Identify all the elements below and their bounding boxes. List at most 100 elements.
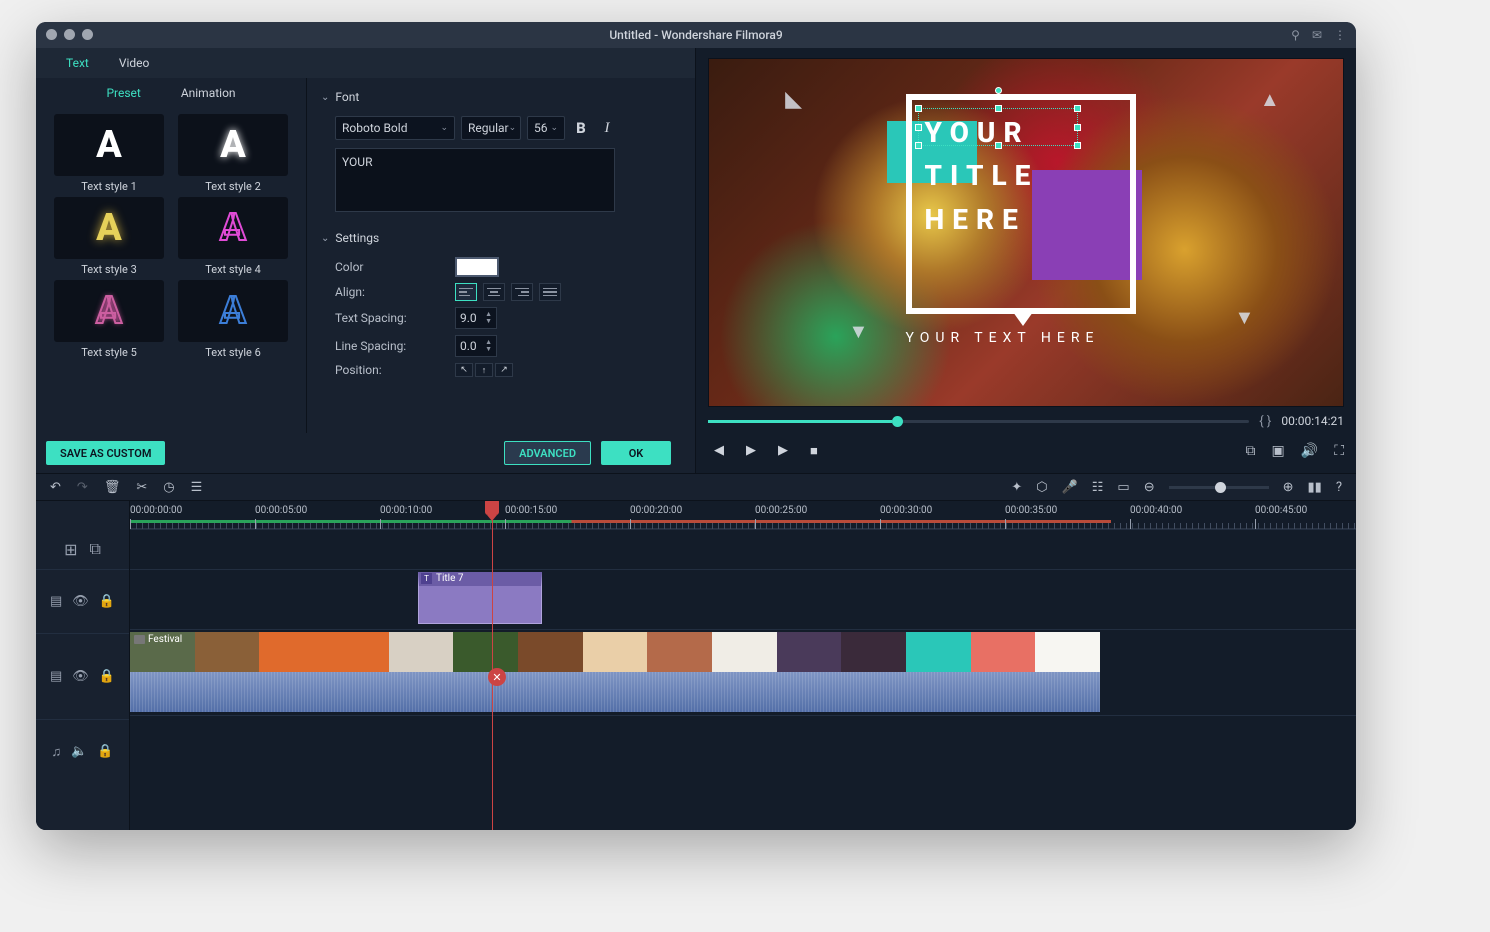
clip-thumbnails xyxy=(130,632,1100,672)
transition-marker[interactable]: ✕ xyxy=(488,668,506,686)
video-track[interactable]: Festival ✕ xyxy=(130,629,1356,715)
text-style-5[interactable]: AText style 5 xyxy=(52,280,166,359)
snapshot-icon[interactable]: ▣ xyxy=(1272,443,1285,459)
next-frame-button[interactable]: ▶ xyxy=(778,443,788,459)
titlebar-icons: ⚲ ✉ ⋮ xyxy=(1291,28,1346,42)
ruler-label: 00:00:25:00 xyxy=(755,505,807,516)
text-spacing-stepper[interactable]: 9.0▲▼ xyxy=(455,307,497,329)
action-cam-icon[interactable]: ⬡ xyxy=(1036,480,1047,495)
clip-video[interactable]: Festival ✕ xyxy=(130,632,1100,714)
notifications-icon[interactable]: ✉ xyxy=(1312,28,1322,42)
section-settings[interactable]: ⌄Settings xyxy=(321,225,681,251)
overlay-subtitle: YOUR TEXT HERE xyxy=(906,330,1100,346)
close-window-icon[interactable] xyxy=(46,29,57,40)
align-label: Align: xyxy=(335,285,445,299)
zoom-slider[interactable] xyxy=(1169,486,1269,489)
advanced-button[interactable]: ADVANCED xyxy=(504,441,591,465)
decor-icon: ◣ xyxy=(785,87,802,112)
title-track[interactable]: TTitle 7 xyxy=(130,569,1356,629)
color-swatch[interactable] xyxy=(455,257,499,277)
selection-box[interactable] xyxy=(918,108,1078,146)
subtab-preset[interactable]: Preset xyxy=(106,86,140,100)
mute-icon[interactable]: 🔈 xyxy=(71,744,87,759)
font-family-select[interactable]: Roboto Bold⌄ xyxy=(335,116,455,140)
ok-button[interactable]: OK xyxy=(601,441,671,465)
playhead-line[interactable] xyxy=(492,501,493,830)
text-content-input[interactable] xyxy=(335,148,615,212)
section-font[interactable]: ⌄Font xyxy=(321,84,681,110)
manage-tracks-icon[interactable]: ▮▮ xyxy=(1308,480,1322,495)
playhead-icon[interactable] xyxy=(485,501,499,515)
render-icon[interactable]: ✦ xyxy=(1011,480,1022,495)
zoom-in-icon[interactable]: ⊕ xyxy=(1283,480,1294,495)
lock-icon[interactable]: 🔒 xyxy=(99,669,115,684)
pos-tr[interactable]: ↗ xyxy=(495,363,513,377)
delete-icon[interactable]: 🗑 xyxy=(104,480,121,495)
preview-canvas[interactable]: YOUR TITLE HERE YOUR TEXT HERE ◣ ▲ ▼ ▼ xyxy=(708,58,1344,407)
line-spacing-stepper[interactable]: 0.0▲▼ xyxy=(455,335,497,357)
text-style-3[interactable]: AText style 3 xyxy=(52,197,166,276)
account-icon[interactable]: ⚲ xyxy=(1291,28,1300,42)
visibility-icon[interactable]: 👁 xyxy=(72,594,89,609)
mixer-icon[interactable]: ☷ xyxy=(1092,480,1104,495)
scrub-handle[interactable] xyxy=(892,416,903,427)
text-style-2[interactable]: AText style 2 xyxy=(176,114,290,193)
font-weight-select[interactable]: Regular⌄ xyxy=(461,116,521,140)
settings-icon[interactable]: ☰ xyxy=(191,480,203,495)
align-justify-button[interactable] xyxy=(539,283,561,301)
zoom-out-icon[interactable]: ⊖ xyxy=(1144,480,1155,495)
save-as-custom-button[interactable]: SAVE AS CUSTOM xyxy=(46,441,165,465)
split-icon[interactable]: ✂ xyxy=(136,480,147,495)
subtab-animation[interactable]: Animation xyxy=(181,86,236,100)
align-left-button[interactable] xyxy=(455,283,477,301)
maximize-window-icon[interactable] xyxy=(82,29,93,40)
fullscreen-icon[interactable]: ⛶ xyxy=(1334,443,1344,459)
ruler-label: 00:00:05:00 xyxy=(255,505,307,516)
tracks-area[interactable]: 00:00:00:0000:00:05:0000:00:10:0000:00:1… xyxy=(130,501,1356,830)
music-icon[interactable]: ♫ xyxy=(51,744,61,760)
volume-icon[interactable]: 🔊 xyxy=(1301,443,1318,459)
link-icon[interactable]: ⧉ xyxy=(89,539,100,559)
lock-icon[interactable]: 🔒 xyxy=(97,744,113,759)
minimize-window-icon[interactable] xyxy=(64,29,75,40)
menu-icon[interactable]: ⋮ xyxy=(1334,28,1346,42)
add-media-icon[interactable]: ⊞ xyxy=(64,540,77,559)
marker-icon[interactable]: ▭ xyxy=(1117,480,1129,495)
pos-tl[interactable]: ↖ xyxy=(455,363,473,377)
zoom-handle[interactable] xyxy=(1215,482,1226,493)
ruler-label: 00:00:00:00 xyxy=(130,505,182,516)
undo-icon[interactable]: ↶ xyxy=(50,480,61,495)
filmstrip-icon[interactable]: ▤ xyxy=(50,594,62,609)
italic-toggle[interactable]: I xyxy=(597,120,617,137)
scrub-track[interactable] xyxy=(708,420,1249,423)
tab-video[interactable]: Video xyxy=(119,56,150,70)
play-button[interactable]: ▶ xyxy=(746,443,756,459)
decor-icon: ▼ xyxy=(848,319,868,344)
bold-toggle[interactable]: B xyxy=(571,119,591,137)
upper-panels: Text Video Preset Animation AText style … xyxy=(36,48,1356,473)
align-center-button[interactable] xyxy=(483,283,505,301)
filmstrip-icon[interactable]: ▤ xyxy=(50,669,62,684)
voiceover-icon[interactable]: 🎤 xyxy=(1062,480,1078,495)
time-ruler[interactable]: 00:00:00:0000:00:05:0000:00:10:0000:00:1… xyxy=(130,501,1356,529)
audio-track[interactable] xyxy=(130,715,1356,779)
pos-tc[interactable]: ↑ xyxy=(475,363,493,377)
window-controls xyxy=(46,29,93,40)
loop-icon[interactable]: { } xyxy=(1259,414,1271,429)
ruler-label: 00:00:30:00 xyxy=(880,505,932,516)
align-right-button[interactable] xyxy=(511,283,533,301)
font-size-select[interactable]: 56⌄ xyxy=(527,116,565,140)
speed-icon[interactable]: ◷ xyxy=(163,480,174,495)
visibility-icon[interactable]: 👁 xyxy=(72,669,89,684)
prev-frame-button[interactable]: ◀ xyxy=(714,443,724,459)
tab-text[interactable]: Text xyxy=(66,56,89,70)
lock-icon[interactable]: 🔒 xyxy=(99,594,115,609)
text-style-1[interactable]: AText style 1 xyxy=(52,114,166,193)
clip-title[interactable]: TTitle 7 xyxy=(418,572,542,624)
redo-icon[interactable]: ↷ xyxy=(77,480,88,495)
compare-icon[interactable]: ⧉ xyxy=(1246,443,1256,459)
text-style-4[interactable]: AText style 4 xyxy=(176,197,290,276)
text-style-6[interactable]: AText style 6 xyxy=(176,280,290,359)
help-icon[interactable]: ? xyxy=(1336,480,1342,495)
stop-button[interactable]: ■ xyxy=(810,443,818,459)
